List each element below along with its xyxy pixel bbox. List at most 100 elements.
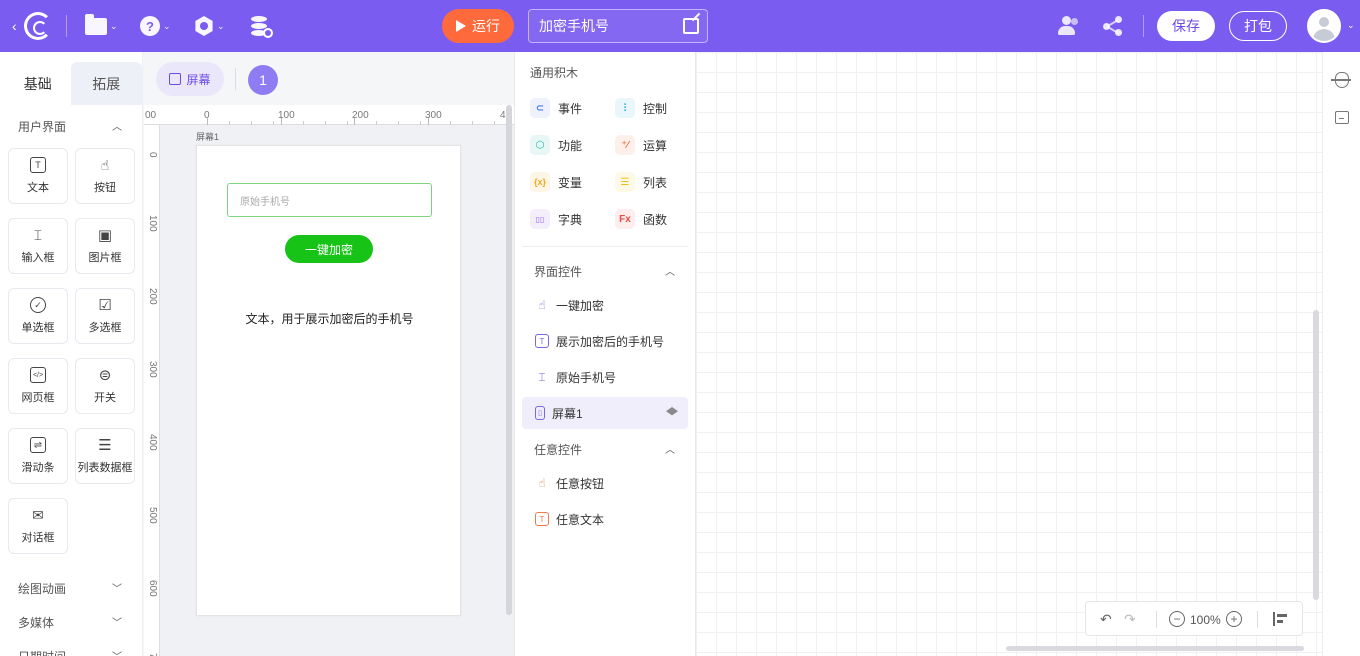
component-palette: 基础 拓展 用户界面 ︿ T 文本 ☝ 按钮 ⌶ 输入框 ▣ 图片框 ✓ 单选框…	[0, 52, 143, 656]
tab-extension[interactable]: 拓展	[70, 62, 142, 105]
pointer-icon: ☝	[538, 476, 546, 490]
save-button[interactable]: 保存	[1157, 11, 1215, 41]
list-icon: ☰	[98, 437, 112, 454]
zoom-toolbar: ↶ ↷ − 100% +	[1085, 601, 1303, 636]
edit-icon[interactable]	[683, 18, 699, 34]
user-avatar[interactable]	[1307, 9, 1341, 43]
zoom-out-icon[interactable]: −	[1169, 611, 1185, 627]
category-lists[interactable]: ☰ 列表	[615, 172, 667, 192]
control-phone-input[interactable]: ⌶ 原始手机号	[522, 361, 688, 393]
settings-menu[interactable]: ⌄	[194, 14, 225, 38]
component-label: 网页框	[21, 392, 55, 404]
category-function[interactable]: ⬡ 功能	[530, 135, 582, 155]
collaborators-icon[interactable]	[1058, 16, 1080, 36]
component-listview[interactable]: ☰ 列表数据框	[75, 428, 135, 484]
component-checkbox[interactable]: ☑ 多选框	[75, 288, 135, 344]
phone-screen[interactable]: 原始手机号 一键加密 文本，用于展示加密后的手机号	[196, 145, 461, 616]
app-logo[interactable]	[24, 12, 52, 40]
vertical-scrollbar[interactable]	[1313, 310, 1319, 600]
section-drawing[interactable]: 绘图动画	[18, 580, 66, 597]
chevron-up-icon[interactable]: ︿	[665, 263, 675, 278]
screen-selector[interactable]: 屏幕	[156, 62, 224, 96]
component-label: 按钮	[94, 182, 116, 194]
section-datetime[interactable]: 日期时间	[18, 648, 66, 656]
function-icon: ⬡	[530, 135, 550, 155]
dialog-icon: ✉	[32, 506, 44, 523]
layers-icon[interactable]	[666, 407, 678, 416]
undo-icon[interactable]: ↶	[1100, 611, 1112, 628]
category-control[interactable]: ⫶ 控制	[615, 98, 667, 118]
list-icon: ☰	[615, 172, 635, 192]
category-functions[interactable]: Fx 函数	[615, 209, 667, 229]
tab-basic[interactable]: 基础	[5, 62, 71, 105]
control-any-text[interactable]: T 任意文本	[522, 503, 688, 535]
section-ui[interactable]: 用户界面	[18, 118, 66, 135]
chevron-down-icon[interactable]: ﹀	[112, 614, 122, 629]
chevron-up-icon[interactable]: ︿	[112, 118, 122, 133]
phone-icon: ▯	[535, 406, 545, 420]
component-label: 输入框	[21, 252, 55, 264]
pack-button[interactable]: 打包	[1229, 11, 1287, 41]
design-canvas[interactable]: 00 0 100 200 300 4 0 100 200 300 400 500…	[144, 105, 514, 656]
events-icon: ⊂	[530, 98, 550, 118]
database-button[interactable]	[251, 14, 273, 38]
component-input[interactable]: ⌶ 输入框	[8, 218, 68, 274]
category-events[interactable]: ⊂ 事件	[530, 98, 582, 118]
zoom-in-icon[interactable]: +	[1226, 611, 1242, 627]
phone-number-input[interactable]: 原始手机号	[227, 183, 432, 217]
component-dialog[interactable]: ✉ 对话框	[8, 498, 68, 554]
component-text[interactable]: T 文本	[8, 148, 68, 204]
component-label: 对话框	[21, 532, 55, 544]
blocks-panel: 通用积木 ⊂ 事件 ⫶ 控制 ⬡ 功能 ⁺⁄ 运算 {x} 变量 ☰ 列表 ▯▯…	[514, 52, 696, 656]
divider	[1143, 15, 1144, 37]
backpack-icon[interactable]	[1335, 111, 1349, 124]
slider-icon: ⇌	[30, 437, 46, 453]
component-switch[interactable]: ⊜ 开关	[75, 358, 135, 414]
fx-icon: Fx	[615, 209, 635, 229]
run-button[interactable]: 运行	[442, 9, 514, 43]
screen-count-badge[interactable]: 1	[248, 65, 278, 95]
share-icon[interactable]	[1103, 16, 1123, 36]
redo-icon[interactable]: ↷	[1124, 611, 1136, 628]
category-dictionary[interactable]: ▯▯ 字典	[530, 209, 582, 229]
control-screen1[interactable]: ▯ 屏幕1	[522, 397, 688, 429]
dictionary-icon: ▯▯	[530, 209, 550, 229]
bug-icon[interactable]	[1331, 72, 1351, 88]
file-menu[interactable]: ⌄	[85, 13, 118, 38]
play-icon	[456, 20, 466, 32]
section-any-controls[interactable]: 任意控件	[534, 441, 582, 458]
back-chevron-icon[interactable]: ‹	[12, 18, 17, 34]
category-variables[interactable]: {x} 变量	[530, 172, 582, 192]
align-blocks-icon[interactable]	[1273, 612, 1287, 626]
chevron-down-icon[interactable]: ﹀	[112, 580, 122, 595]
component-image[interactable]: ▣ 图片框	[75, 218, 135, 274]
encrypt-button[interactable]: 一键加密	[285, 235, 373, 263]
chevron-down-icon[interactable]: ﹀	[112, 648, 122, 656]
category-operators[interactable]: ⁺⁄ 运算	[615, 135, 667, 155]
control-encrypted-text[interactable]: T 展示加密后的手机号	[522, 325, 688, 357]
text-icon: T	[535, 512, 549, 526]
chevron-down-icon[interactable]: ⌄	[1347, 20, 1355, 31]
run-label: 运行	[472, 18, 500, 34]
help-menu[interactable]: ? ⌄	[140, 14, 171, 38]
component-radio[interactable]: ✓ 单选框	[8, 288, 68, 344]
component-webview[interactable]: </> 网页框	[8, 358, 68, 414]
input-icon: ⌶	[33, 226, 43, 243]
project-name-field[interactable]: 加密手机号	[528, 9, 708, 43]
section-ui-controls[interactable]: 界面控件	[534, 263, 582, 280]
component-slider[interactable]: ⇌ 滑动条	[8, 428, 68, 484]
component-label: 多选框	[88, 322, 122, 334]
control-any-button[interactable]: ☝ 任意按钮	[522, 467, 688, 499]
encrypted-text-label[interactable]: 文本，用于展示加密后的手机号	[197, 310, 462, 327]
horizontal-scrollbar[interactable]	[1006, 646, 1304, 651]
zoom-level: 100%	[1190, 613, 1221, 627]
pointer-icon: ☝	[538, 298, 546, 312]
control-encrypt-button[interactable]: ☝ 一键加密	[522, 289, 688, 321]
component-button[interactable]: ☝ 按钮	[75, 148, 135, 204]
chevron-up-icon[interactable]: ︿	[665, 441, 675, 456]
block-workspace[interactable]: ↶ ↷ − 100% +	[696, 52, 1322, 656]
blocks-title: 通用积木	[530, 66, 579, 80]
section-media[interactable]: 多媒体	[18, 614, 54, 631]
radio-icon: ✓	[30, 297, 46, 313]
canvas-scrollbar[interactable]	[506, 105, 512, 615]
